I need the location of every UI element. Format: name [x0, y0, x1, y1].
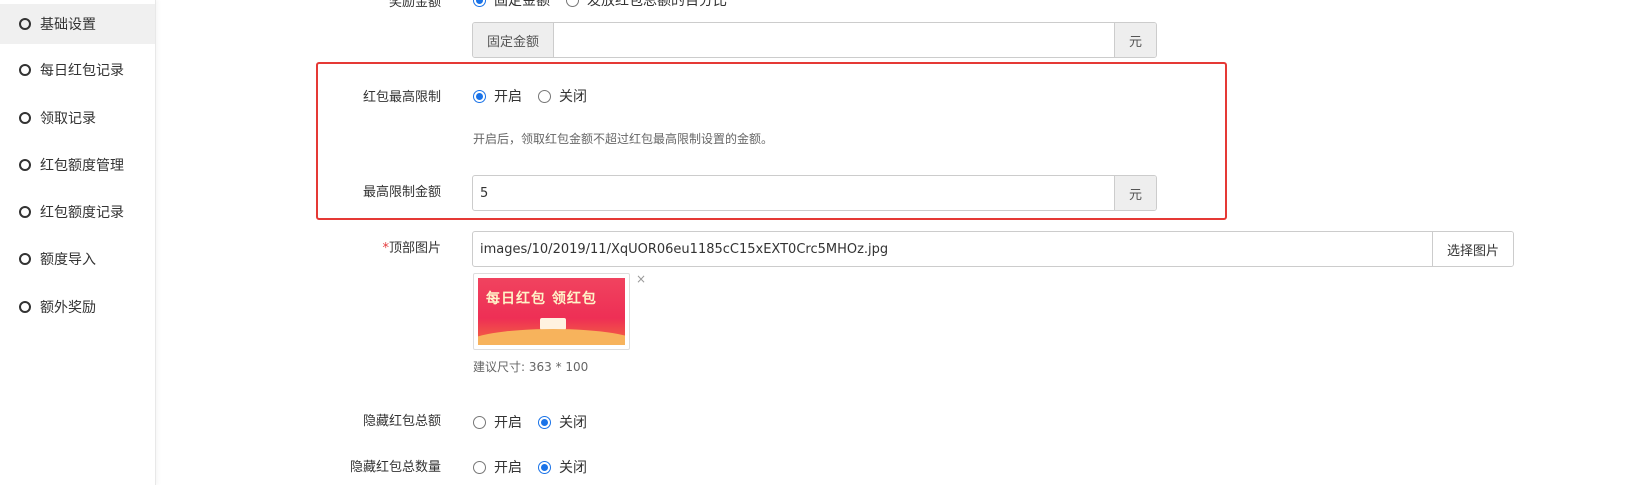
radio-circle-icon: [473, 0, 486, 7]
radio-label: 关闭: [559, 415, 587, 431]
choose-image-button[interactable]: 选择图片: [1431, 232, 1513, 266]
top-image-path-input[interactable]: [473, 232, 1432, 266]
top-image-label-text: 顶部图片: [388, 241, 441, 256]
radio-circle-icon: [566, 0, 579, 7]
sidebar-item-quota-import[interactable]: 额度导入: [0, 239, 155, 279]
radio-label: 固定金额: [494, 0, 550, 9]
radio-hide-count-on[interactable]: 开启: [473, 457, 522, 477]
fixed-amount-input-group: 固定金额 元: [472, 22, 1157, 58]
sidebar-item-label: 领取记录: [40, 111, 96, 127]
sidebar-item-quota-management[interactable]: 红包额度管理: [0, 145, 155, 185]
fixed-amount-prefix: 固定金额: [473, 23, 555, 57]
max-amount-label: 最高限制金额: [362, 185, 441, 200]
banner-wave-shape: [478, 329, 625, 345]
banner-title: 每日红包 领红包: [486, 291, 597, 307]
radio-label: 发放红包总额的百分比: [587, 0, 727, 9]
circle-icon: [19, 18, 31, 30]
hide-total-radio-group: 开启 关闭: [473, 412, 603, 432]
banner-image: 每日红包 领红包: [478, 278, 625, 345]
radio-circle-icon: [473, 89, 486, 103]
hide-count-radio-group: 开启 关闭: [473, 457, 603, 477]
radio-max-limit-off[interactable]: 关闭: [538, 86, 587, 106]
radio-label: 开启: [494, 415, 522, 431]
close-icon[interactable]: ×: [636, 272, 646, 286]
radio-circle-icon: [538, 460, 551, 474]
sidebar-item-label: 红包额度记录: [40, 205, 124, 221]
top-image-input-group: 选择图片: [472, 231, 1514, 267]
radio-circle-icon: [473, 415, 486, 429]
fixed-amount-input[interactable]: [554, 23, 1114, 57]
radio-circle-icon: [538, 415, 551, 429]
circle-icon: [19, 253, 31, 265]
radio-hide-total-on[interactable]: 开启: [473, 412, 522, 432]
radio-label: 开启: [494, 460, 522, 476]
max-limit-radio-group: 开启 关闭: [473, 86, 603, 106]
sidebar-item-basic-settings[interactable]: 基础设置: [0, 4, 155, 44]
circle-icon: [19, 301, 31, 313]
radio-hide-count-off[interactable]: 关闭: [538, 457, 587, 477]
sidebar-item-label: 额外奖励: [40, 300, 96, 316]
sidebar-item-claim-records[interactable]: 领取记录: [0, 98, 155, 138]
radio-label: 开启: [494, 89, 522, 105]
circle-icon: [19, 64, 31, 76]
image-thumbnail: 每日红包 领红包: [473, 273, 630, 350]
hide-count-label: 隐藏红包总数量: [349, 460, 441, 475]
radio-label: 关闭: [559, 460, 587, 476]
radio-circle-icon: [538, 89, 551, 103]
circle-icon: [19, 206, 31, 218]
radio-label: 关闭: [559, 89, 587, 105]
circle-icon: [19, 159, 31, 171]
top-image-size-hint: 建议尺寸: 363 * 100: [473, 360, 589, 374]
radio-hide-total-off[interactable]: 关闭: [538, 412, 587, 432]
sidebar-item-label: 红包额度管理: [40, 158, 124, 174]
hide-total-label: 隐藏红包总额: [362, 414, 441, 429]
sidebar-item-quota-records[interactable]: 红包额度记录: [0, 192, 155, 232]
top-image-label: *顶部图片: [241, 237, 441, 256]
sidebar-item-label: 每日红包记录: [40, 63, 124, 79]
sidebar-item-label: 基础设置: [40, 17, 96, 33]
radio-max-limit-on[interactable]: 开启: [473, 86, 522, 106]
max-limit-hint: 开启后，领取红包金额不超过红包最高限制设置的金额。: [473, 132, 774, 146]
sidebar: 基础设置 每日红包记录 领取记录 红包额度管理 红包额度记录 额度导入 额外奖励: [0, 0, 156, 485]
sidebar-item-label: 额度导入: [40, 252, 96, 268]
fixed-amount-unit: 元: [1114, 23, 1156, 57]
circle-icon: [19, 112, 31, 124]
radio-fixed-amount[interactable]: 固定金额: [473, 0, 550, 10]
radio-percentage[interactable]: 发放红包总额的百分比: [566, 0, 727, 10]
max-amount-input[interactable]: [473, 176, 1114, 210]
max-amount-unit: 元: [1114, 176, 1156, 210]
max-limit-label: 红包最高限制: [362, 90, 441, 105]
sidebar-item-extra-reward[interactable]: 额外奖励: [0, 287, 155, 327]
radio-circle-icon: [473, 460, 486, 474]
reward-amount-radio-group: 固定金额 发放红包总额的百分比: [473, 0, 743, 10]
max-amount-input-group: 元: [472, 175, 1157, 211]
sidebar-item-daily-records[interactable]: 每日红包记录: [0, 50, 155, 90]
reward-amount-label: 奖励金额: [388, 0, 441, 10]
